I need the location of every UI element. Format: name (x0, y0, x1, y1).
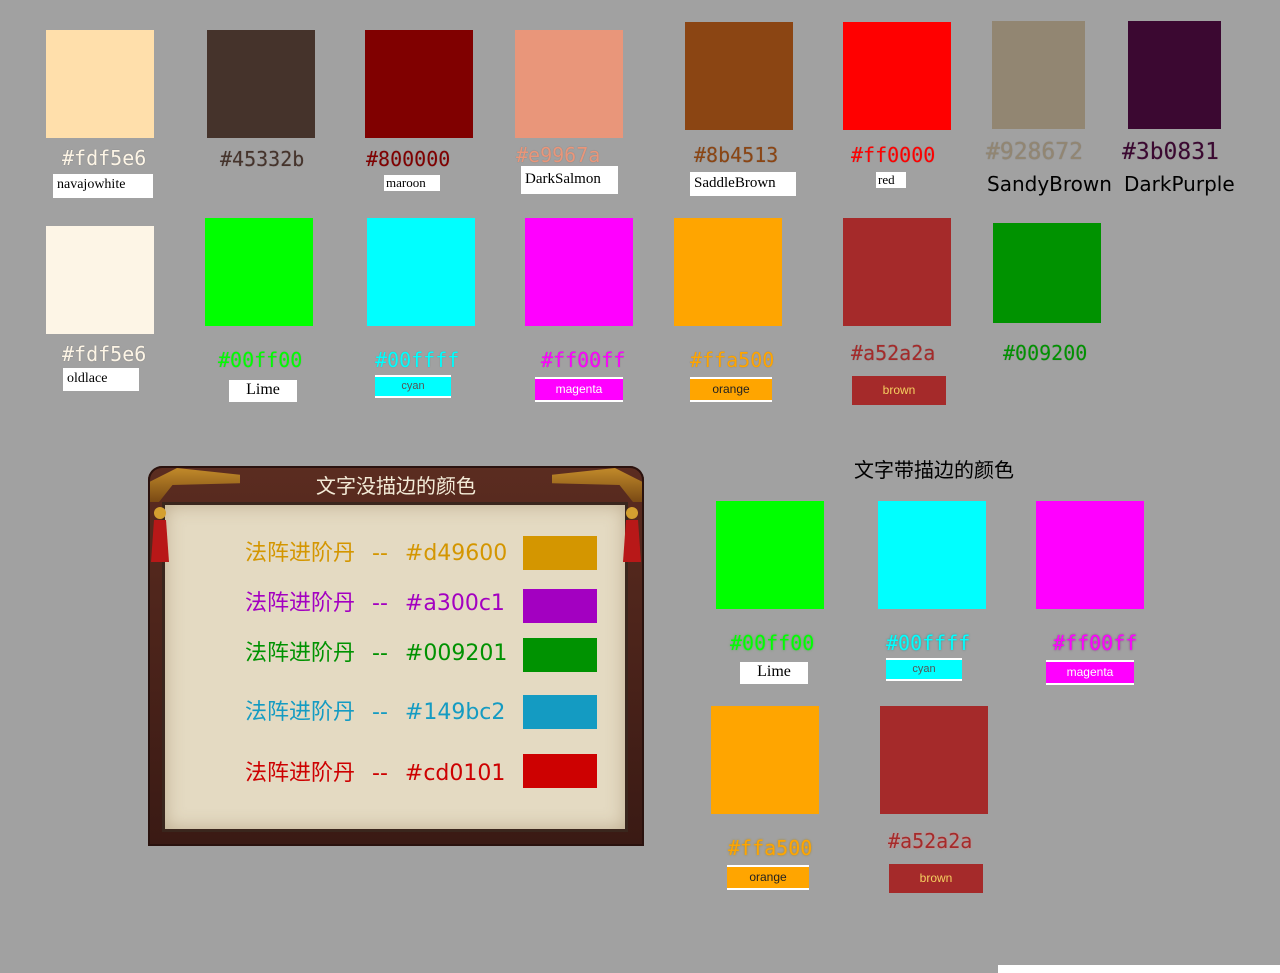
corner-strip (998, 965, 1280, 973)
swatch-oldlace (46, 226, 154, 334)
swatch-orange (711, 706, 819, 814)
hex-label: #a52a2a (888, 829, 973, 853)
color-name-label: DarkPurple (1124, 172, 1235, 196)
color-name-label: SaddleBrown (690, 172, 796, 196)
swatch-magenta (525, 218, 633, 326)
row-separator: -- (372, 641, 388, 666)
row-label: 法阵进阶丹 (245, 641, 356, 666)
panel-body: 法阵进阶丹 -- #d49600 法阵进阶丹 -- #a300c1 法阵进阶丹 … (162, 502, 628, 832)
panel-row: 法阵进阶丹 -- #d49600 (245, 535, 507, 567)
hex-label: #00ffff (886, 631, 971, 655)
row-separator: -- (372, 541, 388, 566)
panel-row: 法阵进阶丹 -- #009201 (245, 635, 507, 667)
hex-label: #e9967a (516, 143, 601, 167)
color-name-tag: brown (852, 376, 946, 405)
color-name-label: navajowhite (53, 174, 153, 198)
panel-row: 法阵进阶丹 -- #cd0101 (245, 755, 505, 787)
hex-label: #fdf5e6 (62, 146, 147, 170)
row-swatch (523, 695, 597, 729)
swatch-saddlebrown (685, 22, 793, 130)
panel-row: 法阵进阶丹 -- #a300c1 (245, 585, 505, 617)
left-tassel-icon (151, 507, 169, 562)
swatch-brown (843, 218, 951, 326)
color-name-tag: magenta (535, 377, 623, 402)
panel-title: 文字没描边的颜色 (316, 474, 476, 498)
hex-label: #00ffff (375, 348, 460, 372)
color-name-label: oldlace (63, 368, 139, 391)
color-name-label: red (876, 172, 906, 188)
color-name-tag: magenta (1046, 660, 1134, 685)
row-hex: #a300c1 (404, 591, 505, 616)
color-name-label: maroon (384, 175, 440, 191)
swatch-darksalmon (515, 30, 623, 138)
color-name-tag: cyan (375, 375, 451, 398)
color-name-label: Lime (229, 380, 297, 402)
right-tassel-icon (623, 507, 641, 562)
swatch-45332b (207, 30, 315, 138)
hex-label: #a52a2a (851, 341, 936, 365)
hex-label: #45332b (220, 147, 305, 171)
hex-label: #ff00ff (541, 348, 626, 372)
color-name-label: DarkSalmon (521, 166, 618, 194)
row-label: 法阵进阶丹 (245, 591, 356, 616)
hex-label: #ff0000 (851, 143, 936, 167)
hex-label: #8b4513 (694, 143, 779, 167)
swatch-928672 (992, 21, 1085, 129)
swatch-cyan (878, 501, 986, 609)
hex-label: #ffa500 (690, 348, 775, 372)
panel-row: 法阵进阶丹 -- #149bc2 (245, 694, 505, 726)
color-name-label: SandyBrown (987, 172, 1112, 196)
row-hex: #cd0101 (404, 761, 506, 786)
row-separator: -- (372, 761, 388, 786)
swatch-lime (205, 218, 313, 326)
hex-label: #00ff00 (218, 348, 303, 372)
color-name-tag: cyan (886, 658, 962, 681)
swatch-navajowhite (46, 30, 154, 138)
hex-label: #ff00ff (1053, 631, 1138, 655)
color-name-tag: orange (690, 377, 772, 402)
hex-label: #928672 (986, 139, 1083, 165)
hex-label: #800000 (366, 147, 451, 171)
swatch-orange (674, 218, 782, 326)
hex-label: #ffa500 (728, 836, 813, 860)
row-swatch (523, 536, 597, 570)
row-separator: -- (372, 700, 388, 725)
row-hex: #149bc2 (404, 700, 506, 725)
row-hex: #009201 (404, 641, 508, 666)
section-title: 文字带描边的颜色 (854, 458, 1014, 482)
scroll-panel: 文字没描边的颜色 法阵进阶丹 -- #d49600 法阵进阶丹 -- #a300… (148, 466, 644, 846)
hex-label: #fdf5e6 (62, 342, 147, 366)
swatch-red (843, 22, 951, 130)
swatch-lime (716, 501, 824, 609)
color-name-tag: orange (727, 865, 809, 890)
row-separator: -- (372, 591, 388, 616)
row-hex: #d49600 (404, 541, 508, 566)
swatch-009200 (993, 223, 1101, 323)
hex-label: #00ff00 (730, 631, 815, 655)
swatch-magenta (1036, 501, 1144, 609)
row-swatch (523, 589, 597, 623)
row-label: 法阵进阶丹 (245, 700, 356, 725)
swatch-maroon (365, 30, 473, 138)
color-name-tag: brown (889, 864, 983, 893)
row-label: 法阵进阶丹 (245, 541, 356, 566)
row-swatch (523, 638, 597, 672)
row-swatch (523, 754, 597, 788)
row-label: 法阵进阶丹 (245, 761, 356, 786)
hex-label: #009200 (1003, 341, 1088, 365)
hex-label: #3b0831 (1122, 139, 1219, 165)
swatch-cyan (367, 218, 475, 326)
swatch-3b0831 (1128, 21, 1221, 129)
swatch-brown (880, 706, 988, 814)
color-name-label: Lime (740, 662, 808, 684)
